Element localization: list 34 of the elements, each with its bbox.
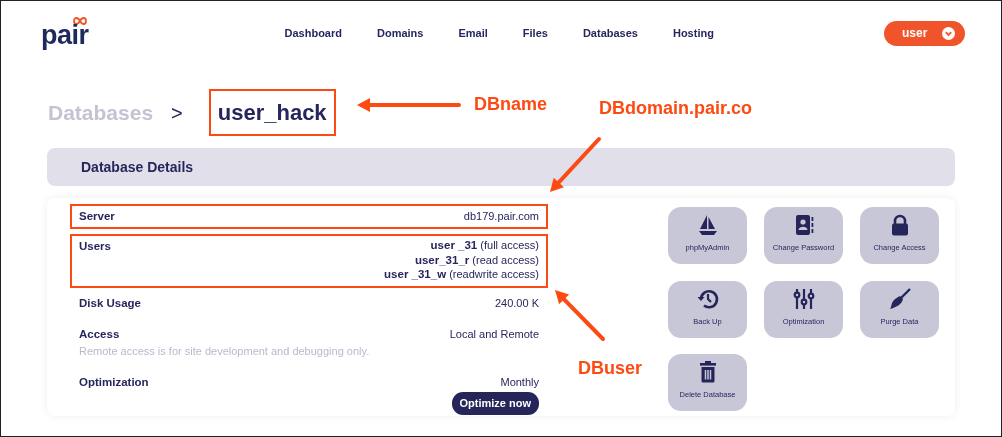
detail-value: 240.00 K <box>494 295 539 311</box>
nav-link[interactable]: Domains <box>377 24 424 42</box>
annotation-label: DBdomain.pair.co <box>599 99 753 117</box>
detail-value: db179.pair.com <box>463 209 539 224</box>
page-title: user_hack <box>208 89 336 136</box>
nav-link[interactable]: Databases <box>582 24 638 42</box>
detail-label: Optimization <box>79 374 149 390</box>
detail-value: Local and Remote <box>449 327 539 342</box>
optimize-button[interactable]: Optimize now <box>451 392 539 415</box>
detail-label: Users <box>79 239 111 255</box>
breadcrumb-separator: > <box>171 100 183 126</box>
logo-loop-icon <box>72 17 87 25</box>
detail-value: Monthly <box>500 374 539 390</box>
detail-note: Remote access is for site development and debugging only. <box>79 344 370 360</box>
nav-link[interactable]: Dashboard <box>284 24 342 42</box>
nav-link[interactable]: Hosting <box>672 24 714 42</box>
detail-label: Access <box>79 327 121 342</box>
sliders-icon <box>791 286 816 311</box>
chevron-down-icon <box>942 26 955 40</box>
section-header: Database Details <box>47 148 955 186</box>
nav-link[interactable]: Files <box>522 24 548 42</box>
detail-label: Server <box>79 209 115 224</box>
logo[interactable]: pair <box>41 22 89 49</box>
detail-label: Disk Usage <box>79 295 141 311</box>
broom-icon <box>887 286 912 311</box>
nav-link[interactable]: Email <box>458 24 488 42</box>
annotation-arrow <box>550 137 601 192</box>
annotation-label: DBname <box>474 95 548 113</box>
annotation-label: DBuser <box>578 359 643 377</box>
user-menu-button[interactable]: user <box>884 20 965 46</box>
user-entry: user_31_r (read access) <box>414 252 539 268</box>
user-entry: user _31 (full access) <box>430 238 539 253</box>
annotation-arrow <box>555 290 605 341</box>
user-entry: user _31_w (readwrite access) <box>384 267 539 282</box>
